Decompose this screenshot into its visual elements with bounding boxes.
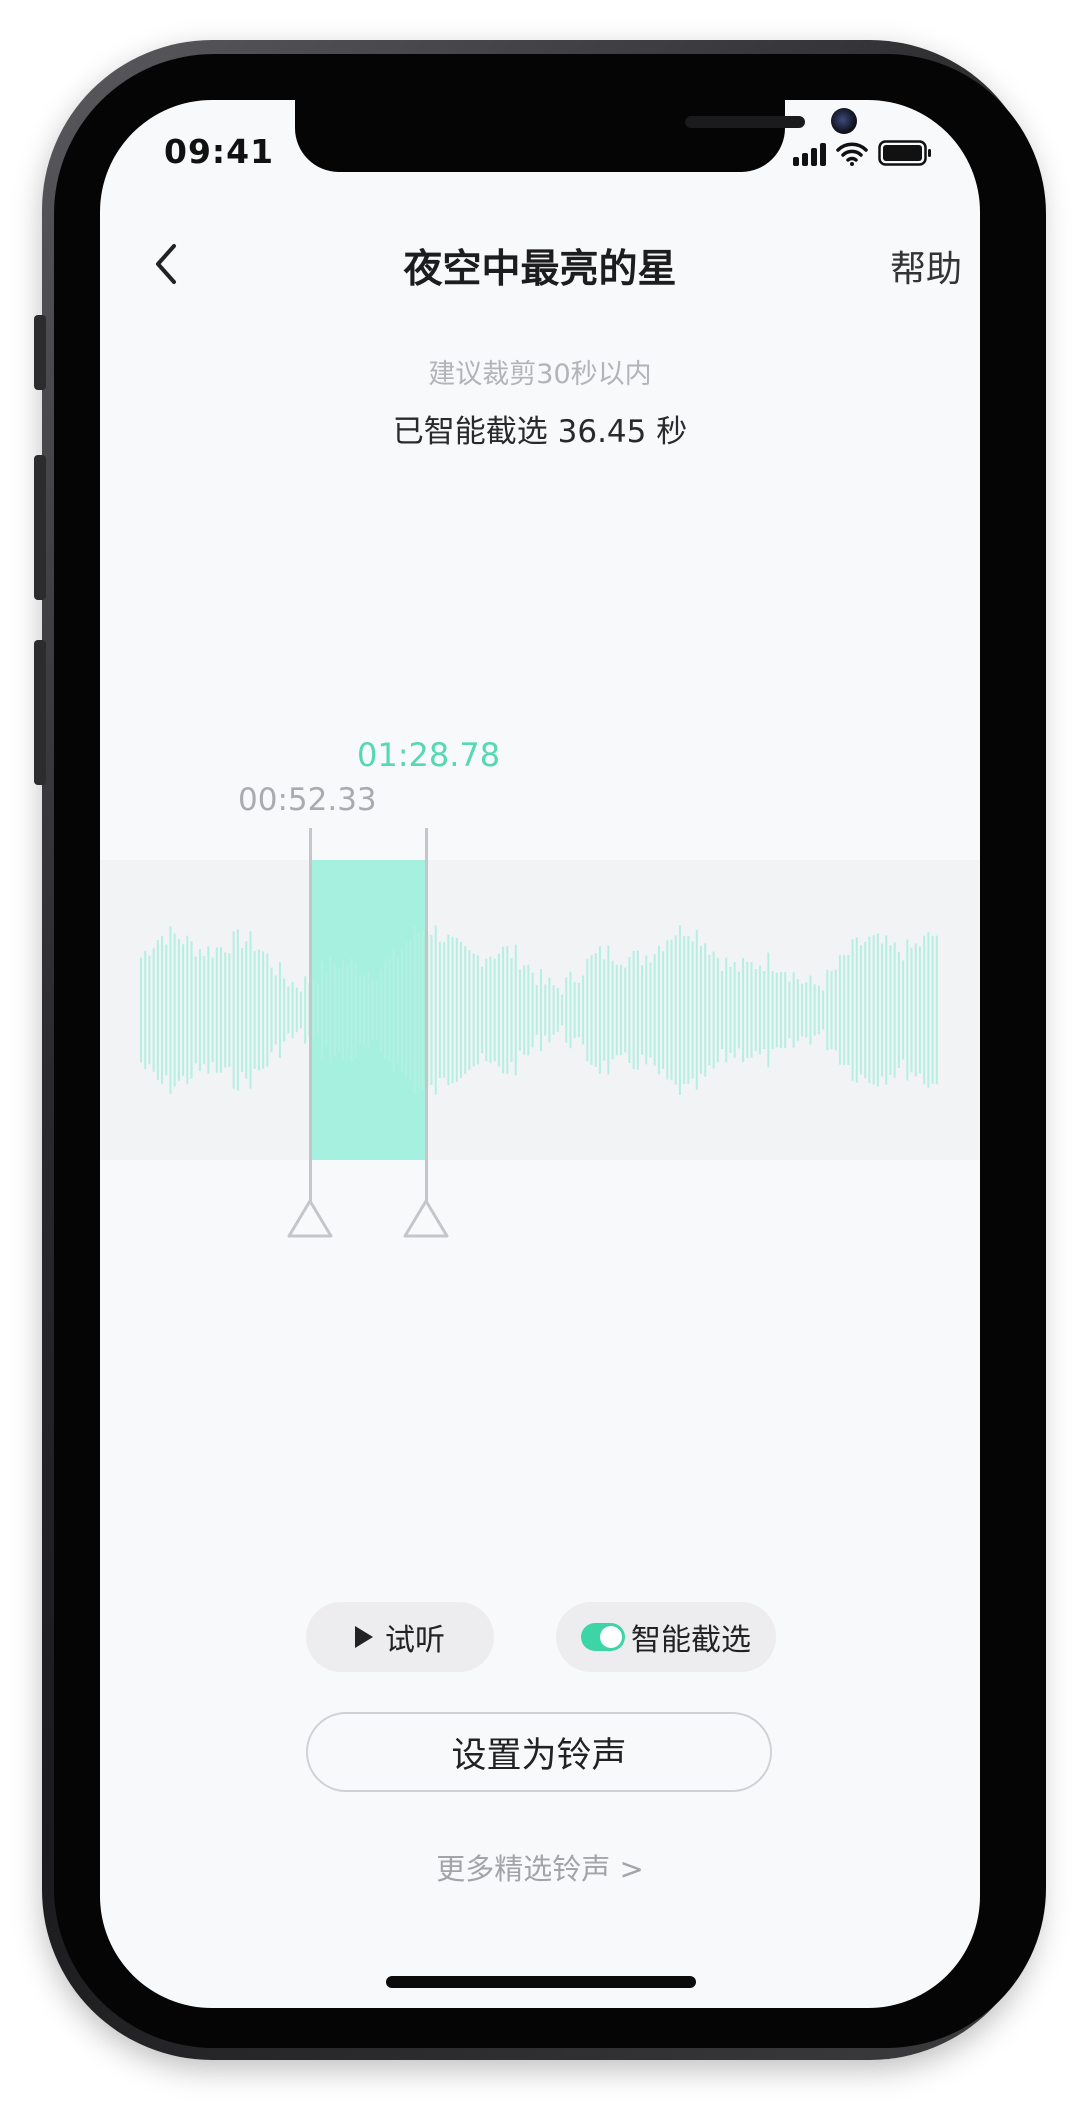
toggle-switch-icon[interactable] — [581, 1623, 625, 1651]
selected-duration: 已智能截选 36.45 秒 — [392, 414, 688, 450]
preview-label: 试听 — [385, 1623, 445, 1658]
more-ringtones-link[interactable]: 更多精选铃声 > — [100, 1846, 980, 1888]
notch — [295, 100, 857, 172]
status-time: 09:41 — [164, 132, 275, 171]
end-handle-line[interactable] — [425, 828, 428, 1206]
preview-button[interactable]: 试听 — [306, 1602, 494, 1672]
navigation-bar: 夜空中最亮的星 帮助 — [100, 220, 980, 310]
status-icons — [793, 136, 932, 166]
cellular-signal-icon — [793, 142, 826, 166]
front-camera — [831, 108, 857, 134]
help-button[interactable]: 帮助 — [890, 240, 962, 292]
start-handle-icon[interactable] — [286, 1198, 334, 1240]
home-indicator — [386, 1976, 696, 1988]
battery-icon — [878, 140, 932, 166]
smart-select-toggle[interactable]: 智能截选 — [556, 1602, 776, 1672]
start-handle-line[interactable] — [309, 828, 312, 1206]
end-time-label: 01:28.78 — [357, 736, 501, 774]
audio-waveform — [140, 925, 938, 1095]
page-title: 夜空中最亮的星 — [403, 247, 677, 292]
end-handle-icon[interactable] — [402, 1198, 450, 1240]
volume-down-button — [34, 640, 46, 785]
play-icon — [355, 1626, 373, 1648]
volume-up-button — [34, 455, 46, 600]
mute-switch — [34, 315, 46, 390]
wifi-icon — [836, 142, 868, 166]
start-time-label: 00:52.33 — [238, 782, 377, 818]
smart-select-label: 智能截选 — [631, 1623, 751, 1658]
trim-hint: 建议裁剪30秒以内 — [428, 359, 652, 390]
screen: 09:41 夜空中最亮的星 帮助 建议裁剪30秒以内 已智能截选 36.45 秒… — [100, 100, 980, 2008]
speaker-grille — [685, 116, 805, 128]
set-ringtone-button[interactable]: 设置为铃声 — [306, 1712, 772, 1792]
